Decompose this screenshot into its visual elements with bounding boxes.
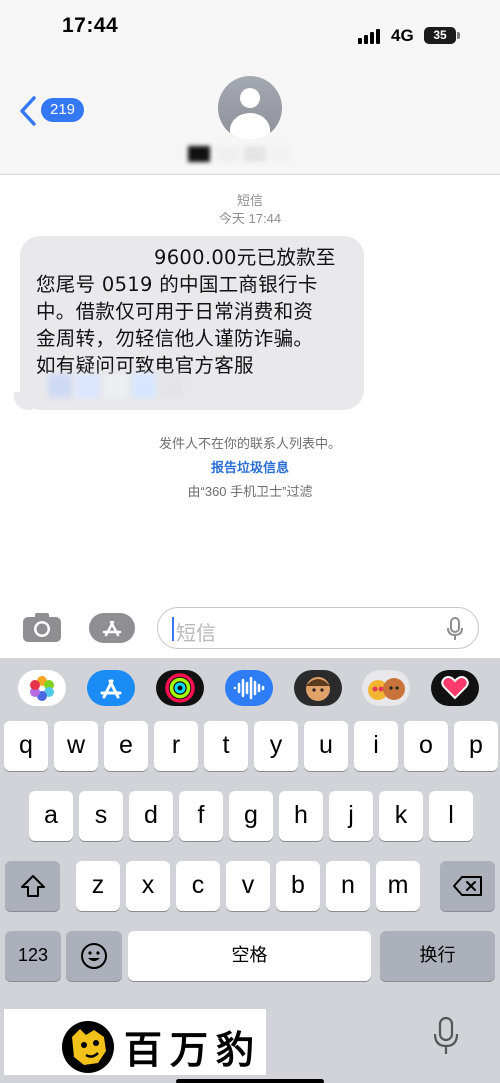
shift-icon <box>20 875 45 897</box>
key-i[interactable]: i <box>354 721 398 771</box>
key-o[interactable]: o <box>404 721 448 771</box>
key-t[interactable]: t <box>204 721 248 771</box>
message-bubble[interactable]: 9600.00元已放款至 您尾号 0519 的中国工商银行卡 中。借款仅可用于日… <box>20 236 364 410</box>
key-w[interactable]: w <box>54 721 98 771</box>
key-s[interactable]: s <box>79 791 123 841</box>
delete-key[interactable] <box>440 861 495 911</box>
unread-count-badge: 219 <box>41 98 85 122</box>
panther-logo <box>62 1021 114 1073</box>
chevron-left-icon <box>20 96 36 126</box>
activity-rings <box>165 673 195 703</box>
key-y[interactable]: y <box>254 721 298 771</box>
key-e[interactable]: e <box>104 721 148 771</box>
key-q[interactable]: q <box>4 721 48 771</box>
contact-avatar[interactable] <box>218 76 282 140</box>
app-store-glyph <box>100 679 122 699</box>
redacted-sender-text <box>36 244 154 264</box>
status-time: 17:44 <box>62 14 119 37</box>
key-l[interactable]: l <box>429 791 473 841</box>
key-f[interactable]: f <box>179 791 223 841</box>
key-u[interactable]: u <box>304 721 348 771</box>
back-button[interactable]: 219 <box>18 94 85 128</box>
battery-icon: 35 <box>424 27 456 44</box>
message-line-3: 中。借款仅可用于日常消费和资 <box>36 300 314 323</box>
avatar-head <box>240 88 260 108</box>
report-junk-link[interactable]: 报告垃圾信息 <box>0 457 500 476</box>
watermark-brand-text: 百万豹 <box>124 1027 263 1072</box>
message-line-1: 9600.00元已放款至 <box>36 244 350 271</box>
photos-flower <box>30 676 54 701</box>
conversation-header: 219 <box>0 50 500 175</box>
key-j[interactable]: j <box>329 791 373 841</box>
imessage-app-strip <box>0 658 500 720</box>
app-store-button[interactable] <box>89 613 135 643</box>
heart-glyph <box>441 676 469 700</box>
home-indicator <box>176 1079 324 1083</box>
status-bar: 17:44 4G 35 <box>0 0 500 50</box>
app-store-icon <box>102 620 122 637</box>
message-timestamp: 今天 17:44 <box>218 211 282 226</box>
audio-waveform <box>233 676 265 700</box>
key-g[interactable]: g <box>229 791 273 841</box>
app-store-icon[interactable] <box>87 670 135 706</box>
network-type: 4G <box>391 26 414 45</box>
key-p[interactable]: p <box>454 721 498 771</box>
message-line-4: 金周转，勿轻信他人谨防诈骗。 <box>36 327 314 350</box>
redacted-phone-number <box>48 374 198 398</box>
key-v[interactable]: v <box>226 861 270 911</box>
key-d[interactable]: d <box>129 791 173 841</box>
delete-icon <box>452 876 482 896</box>
message-input-placeholder: 短信 <box>176 623 216 645</box>
key-n[interactable]: n <box>326 861 370 911</box>
key-c[interactable]: c <box>176 861 220 911</box>
photos-icon[interactable] <box>18 670 66 706</box>
camera-icon[interactable] <box>22 611 62 643</box>
dictation-mic-icon[interactable] <box>446 617 464 641</box>
key-r[interactable]: r <box>154 721 198 771</box>
audio-message-icon[interactable] <box>225 670 273 706</box>
message-service-label: 短信 <box>236 193 263 208</box>
panther-head-icon <box>72 1029 106 1065</box>
message-text: 9600.00元已放款至 您尾号 0519 的中国工商银行卡 中。借款仅可用于日… <box>36 244 350 379</box>
animoji-icon[interactable] <box>362 670 410 706</box>
emoji-key[interactable] <box>66 931 122 981</box>
key-z[interactable]: z <box>76 861 120 911</box>
filter-source-notice: 由“360 手机卫士”过滤 <box>187 484 313 499</box>
memoji-icon[interactable] <box>294 670 342 706</box>
message-input[interactable]: 短信 <box>157 607 479 649</box>
emoji-icon <box>81 943 107 969</box>
key-b[interactable]: b <box>276 861 320 911</box>
key-m[interactable]: m <box>376 861 420 911</box>
not-in-contacts-notice: 发件人不在你的联系人列表中。 <box>158 436 341 451</box>
text-caret <box>172 617 174 641</box>
keyboard: qwertyuiop asdfghjkl zxcvbnm 123 空格 换行 百… <box>0 658 500 1083</box>
memoji-faces <box>306 677 330 701</box>
dictation-mic-icon[interactable] <box>432 1016 460 1056</box>
space-key[interactable]: 空格 <box>128 931 371 981</box>
key-h[interactable]: h <box>279 791 323 841</box>
key-a[interactable]: a <box>29 791 73 841</box>
activity-icon[interactable] <box>156 670 204 706</box>
return-key[interactable]: 换行 <box>380 931 495 981</box>
cellular-signal-icon <box>358 28 380 44</box>
key-k[interactable]: k <box>379 791 423 841</box>
numbers-key[interactable]: 123 <box>5 931 61 981</box>
avatar-body <box>230 113 270 140</box>
key-x[interactable]: x <box>126 861 170 911</box>
contact-name-redacted[interactable] <box>186 142 306 166</box>
animoji-faces <box>368 678 405 700</box>
watermark-banner: 百万豹 <box>4 1009 266 1075</box>
message-line-2: 您尾号 0519 的中国工商银行卡 <box>36 273 318 296</box>
shift-key[interactable] <box>5 861 60 911</box>
digital-touch-icon[interactable] <box>431 670 479 706</box>
battery-cap <box>457 32 460 39</box>
